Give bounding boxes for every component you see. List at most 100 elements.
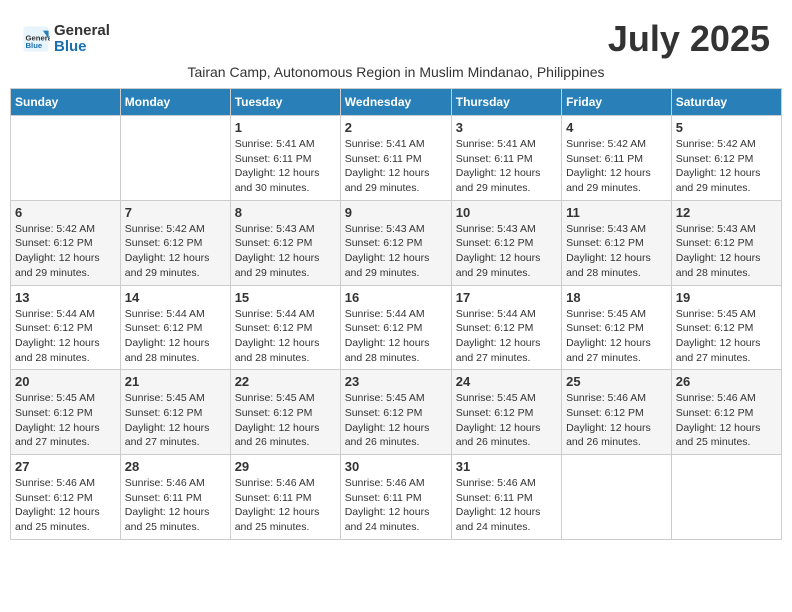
day-number: 19 <box>676 290 777 305</box>
calendar-cell: 12 Sunrise: 5:43 AM Sunset: 6:12 PM Dayli… <box>671 200 781 285</box>
svg-text:Blue: Blue <box>26 41 43 50</box>
day-info: Sunrise: 5:45 AM Sunset: 6:12 PM Dayligh… <box>676 307 777 366</box>
calendar-cell: 10 Sunrise: 5:43 AM Sunset: 6:12 PM Dayli… <box>451 200 561 285</box>
day-number: 4 <box>566 120 667 135</box>
day-number: 31 <box>456 459 557 474</box>
calendar-cell: 26 Sunrise: 5:46 AM Sunset: 6:12 PM Dayli… <box>671 370 781 455</box>
day-number: 25 <box>566 374 667 389</box>
day-number: 12 <box>676 205 777 220</box>
page-header: General Blue General Blue July 2025 <box>10 10 782 64</box>
day-info: Sunrise: 5:46 AM Sunset: 6:12 PM Dayligh… <box>676 391 777 450</box>
logo-general: General <box>54 22 110 39</box>
day-info: Sunrise: 5:41 AM Sunset: 6:11 PM Dayligh… <box>235 137 336 196</box>
calendar-cell <box>11 116 121 201</box>
day-info: Sunrise: 5:46 AM Sunset: 6:11 PM Dayligh… <box>345 476 447 535</box>
column-header-saturday: Saturday <box>671 89 781 116</box>
calendar-cell: 4Sunrise: 5:42 AM Sunset: 6:11 PM Daylig… <box>562 116 672 201</box>
calendar-cell: 18Sunrise: 5:45 AM Sunset: 6:12 PM Dayli… <box>562 285 672 370</box>
calendar-cell: 24Sunrise: 5:45 AM Sunset: 6:12 PM Dayli… <box>451 370 561 455</box>
day-info: Sunrise: 5:42 AM Sunset: 6:12 PM Dayligh… <box>15 222 116 281</box>
day-number: 24 <box>456 374 557 389</box>
day-info: Sunrise: 5:46 AM Sunset: 6:11 PM Dayligh… <box>456 476 557 535</box>
logo-text: General Blue <box>54 23 110 56</box>
calendar-cell: 5 Sunrise: 5:42 AM Sunset: 6:12 PM Daylig… <box>671 116 781 201</box>
calendar-table: SundayMondayTuesdayWednesdayThursdayFrid… <box>10 88 782 540</box>
column-header-tuesday: Tuesday <box>230 89 340 116</box>
day-info: Sunrise: 5:42 AM Sunset: 6:12 PM Dayligh… <box>125 222 226 281</box>
day-number: 20 <box>15 374 116 389</box>
calendar-cell: 23 Sunrise: 5:45 AM Sunset: 6:12 PM Dayli… <box>340 370 451 455</box>
day-number: 23 <box>345 374 447 389</box>
day-number: 5 <box>676 120 777 135</box>
month-title: July 2025 <box>608 18 770 60</box>
day-number: 22 <box>235 374 336 389</box>
week-row-5: 27 Sunrise: 5:46 AM Sunset: 6:12 PM Dayli… <box>11 455 782 540</box>
calendar-cell: 28Sunrise: 5:46 AM Sunset: 6:11 PM Dayli… <box>120 455 230 540</box>
calendar-cell: 2Sunrise: 5:41 AM Sunset: 6:11 PM Daylig… <box>340 116 451 201</box>
day-info: Sunrise: 5:44 AM Sunset: 6:12 PM Dayligh… <box>125 307 226 366</box>
calendar-subtitle: Tairan Camp, Autonomous Region in Muslim… <box>10 64 782 80</box>
day-info: Sunrise: 5:44 AM Sunset: 6:12 PM Dayligh… <box>235 307 336 366</box>
calendar-cell: 29Sunrise: 5:46 AM Sunset: 6:11 PM Dayli… <box>230 455 340 540</box>
calendar-cell: 25Sunrise: 5:46 AM Sunset: 6:12 PM Dayli… <box>562 370 672 455</box>
day-number: 11 <box>566 205 667 220</box>
week-row-3: 13 Sunrise: 5:44 AM Sunset: 6:12 PM Dayli… <box>11 285 782 370</box>
logo-blue: Blue <box>54 38 87 55</box>
day-number: 17 <box>456 290 557 305</box>
column-header-monday: Monday <box>120 89 230 116</box>
day-number: 10 <box>456 205 557 220</box>
day-number: 8 <box>235 205 336 220</box>
logo: General Blue General Blue <box>22 23 110 56</box>
day-info: Sunrise: 5:42 AM Sunset: 6:12 PM Dayligh… <box>676 137 777 196</box>
day-info: Sunrise: 5:45 AM Sunset: 6:12 PM Dayligh… <box>235 391 336 450</box>
day-number: 15 <box>235 290 336 305</box>
calendar-cell: 1Sunrise: 5:41 AM Sunset: 6:11 PM Daylig… <box>230 116 340 201</box>
column-header-friday: Friday <box>562 89 672 116</box>
calendar-cell: 16Sunrise: 5:44 AM Sunset: 6:12 PM Dayli… <box>340 285 451 370</box>
day-info: Sunrise: 5:43 AM Sunset: 6:12 PM Dayligh… <box>676 222 777 281</box>
day-info: Sunrise: 5:45 AM Sunset: 6:12 PM Dayligh… <box>345 391 447 450</box>
calendar-cell: 17Sunrise: 5:44 AM Sunset: 6:12 PM Dayli… <box>451 285 561 370</box>
day-number: 7 <box>125 205 226 220</box>
calendar-cell: 9 Sunrise: 5:43 AM Sunset: 6:12 PM Daylig… <box>340 200 451 285</box>
day-info: Sunrise: 5:45 AM Sunset: 6:12 PM Dayligh… <box>125 391 226 450</box>
calendar-cell <box>120 116 230 201</box>
calendar-header-row: SundayMondayTuesdayWednesdayThursdayFrid… <box>11 89 782 116</box>
day-number: 28 <box>125 459 226 474</box>
calendar-cell: 14Sunrise: 5:44 AM Sunset: 6:12 PM Dayli… <box>120 285 230 370</box>
logo-icon: General Blue <box>22 25 50 53</box>
day-number: 30 <box>345 459 447 474</box>
calendar-cell: 30 Sunrise: 5:46 AM Sunset: 6:11 PM Dayli… <box>340 455 451 540</box>
day-info: Sunrise: 5:43 AM Sunset: 6:12 PM Dayligh… <box>566 222 667 281</box>
column-header-sunday: Sunday <box>11 89 121 116</box>
day-info: Sunrise: 5:43 AM Sunset: 6:12 PM Dayligh… <box>456 222 557 281</box>
day-number: 13 <box>15 290 116 305</box>
calendar-cell: 22 Sunrise: 5:45 AM Sunset: 6:12 PM Dayli… <box>230 370 340 455</box>
day-info: Sunrise: 5:41 AM Sunset: 6:11 PM Dayligh… <box>456 137 557 196</box>
day-info: Sunrise: 5:43 AM Sunset: 6:12 PM Dayligh… <box>345 222 447 281</box>
calendar-cell: 31 Sunrise: 5:46 AM Sunset: 6:11 PM Dayli… <box>451 455 561 540</box>
week-row-2: 6 Sunrise: 5:42 AM Sunset: 6:12 PM Daylig… <box>11 200 782 285</box>
day-number: 16 <box>345 290 447 305</box>
calendar-cell: 20 Sunrise: 5:45 AM Sunset: 6:12 PM Dayli… <box>11 370 121 455</box>
calendar-cell: 21Sunrise: 5:45 AM Sunset: 6:12 PM Dayli… <box>120 370 230 455</box>
day-info: Sunrise: 5:44 AM Sunset: 6:12 PM Dayligh… <box>15 307 116 366</box>
day-info: Sunrise: 5:45 AM Sunset: 6:12 PM Dayligh… <box>15 391 116 450</box>
day-number: 27 <box>15 459 116 474</box>
calendar-cell: 3 Sunrise: 5:41 AM Sunset: 6:11 PM Daylig… <box>451 116 561 201</box>
calendar-cell: 27 Sunrise: 5:46 AM Sunset: 6:12 PM Dayli… <box>11 455 121 540</box>
day-info: Sunrise: 5:46 AM Sunset: 6:12 PM Dayligh… <box>15 476 116 535</box>
day-number: 9 <box>345 205 447 220</box>
day-info: Sunrise: 5:41 AM Sunset: 6:11 PM Dayligh… <box>345 137 447 196</box>
day-number: 3 <box>456 120 557 135</box>
day-number: 6 <box>15 205 116 220</box>
calendar-cell: 13 Sunrise: 5:44 AM Sunset: 6:12 PM Dayli… <box>11 285 121 370</box>
calendar-cell: 6 Sunrise: 5:42 AM Sunset: 6:12 PM Daylig… <box>11 200 121 285</box>
day-number: 18 <box>566 290 667 305</box>
week-row-4: 20 Sunrise: 5:45 AM Sunset: 6:12 PM Dayli… <box>11 370 782 455</box>
calendar-cell: 15 Sunrise: 5:44 AM Sunset: 6:12 PM Dayli… <box>230 285 340 370</box>
calendar-cell: 11 Sunrise: 5:43 AM Sunset: 6:12 PM Dayli… <box>562 200 672 285</box>
day-number: 29 <box>235 459 336 474</box>
column-header-thursday: Thursday <box>451 89 561 116</box>
day-number: 26 <box>676 374 777 389</box>
